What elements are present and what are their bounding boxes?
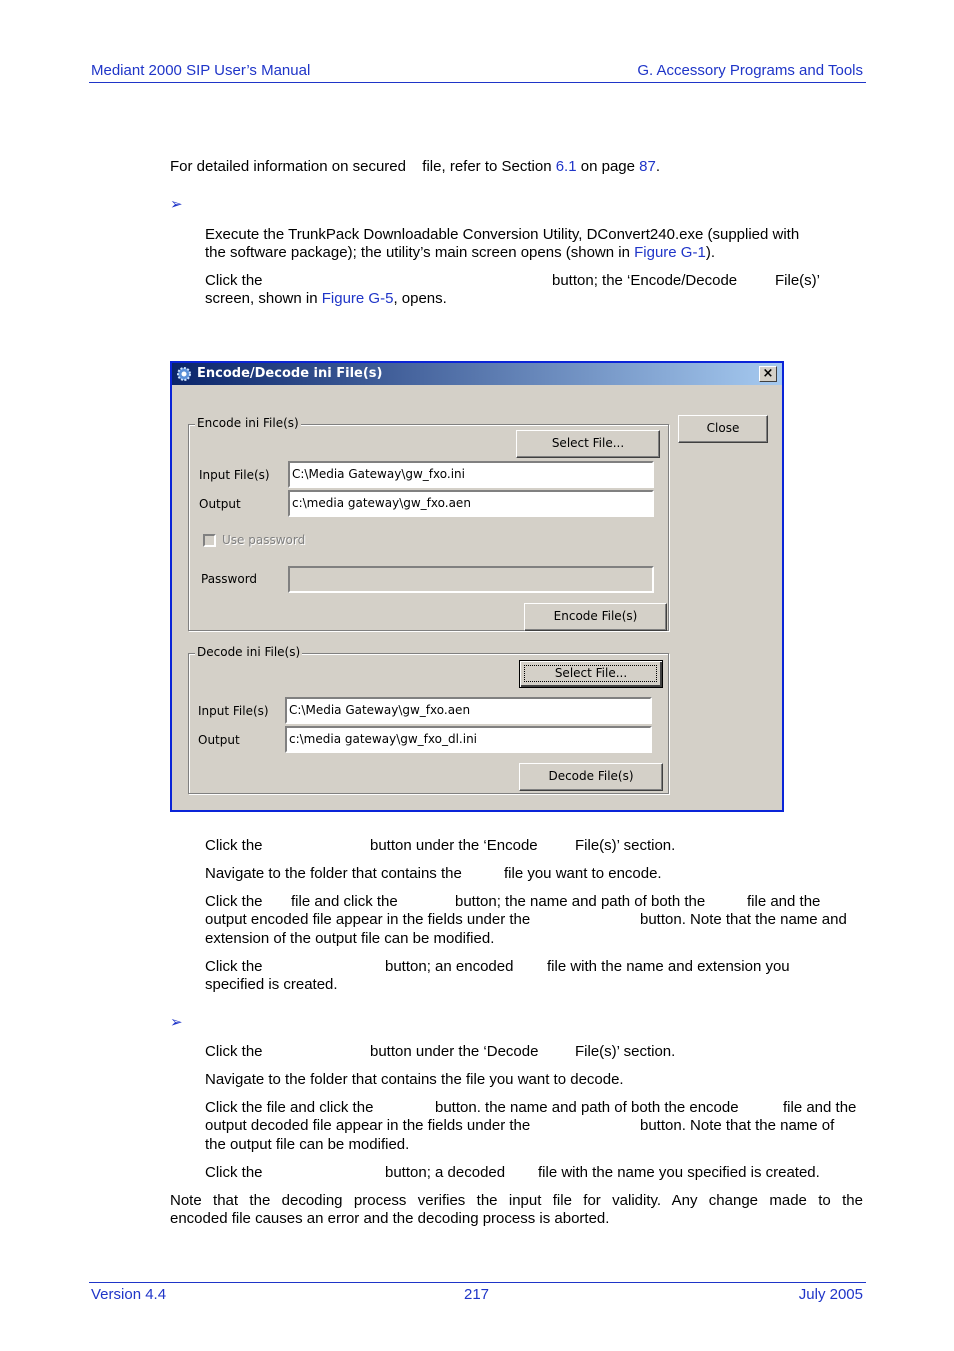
encode-decode-dialog: Encode/Decode ini File(s) × Close Encode…: [170, 361, 784, 812]
dialog-title: Encode/Decode ini File(s): [197, 366, 383, 381]
decode-output-label: Output: [198, 733, 240, 747]
encode-group-label: Encode ini File(s): [195, 416, 301, 430]
encode-select-file-button[interactable]: Select File...: [516, 430, 660, 458]
gear-icon: [177, 367, 191, 381]
arrowhead-icon: ➢: [170, 1014, 183, 1031]
step-text: specified is created.: [205, 976, 338, 993]
footer-version: Version 4.4: [91, 1286, 167, 1303]
step-text: File(s)’ section.: [575, 1043, 676, 1060]
decode-input-label: Input File(s): [198, 704, 269, 718]
step-text: button; a decoded: [385, 1164, 506, 1181]
step-text: button; the ‘Encode/Decode: [552, 272, 738, 289]
footer-rule: [89, 1282, 866, 1283]
note-line: encoded file causes an error and the dec…: [170, 1210, 610, 1227]
step-text: File(s)’: [775, 272, 820, 289]
step-text: , opens.: [393, 290, 447, 307]
step-text: file and the: [747, 893, 821, 910]
footer-date: July 2005: [798, 1286, 863, 1303]
step-text: Click the: [205, 893, 263, 910]
encode-files-button[interactable]: Encode File(s): [524, 603, 667, 631]
encode-output-field[interactable]: c:\media gateway\gw_fxo.aen: [288, 490, 654, 517]
header-chapter-title: G. Accessory Programs and Tools: [637, 62, 863, 79]
intro-text-end: .: [655, 158, 660, 175]
step-text: Navigate to the folder that contains the: [205, 865, 462, 882]
password-field[interactable]: [288, 566, 654, 593]
step-text: the output file can be modified.: [205, 1136, 410, 1153]
close-icon[interactable]: ×: [759, 366, 777, 382]
note-line: Note that the decoding process verifies …: [170, 1192, 863, 1209]
decode-select-file-label: Select File...: [554, 666, 628, 680]
step-line: Execute the TrunkPack Downloadable Conve…: [205, 226, 800, 243]
step-text: ).: [705, 244, 715, 261]
encode-input-field[interactable]: C:\Media Gateway\gw_fxo.ini: [288, 461, 654, 488]
step-text: button under the ‘Decode: [370, 1043, 539, 1060]
step-text: button. Note that the name of: [640, 1117, 835, 1134]
dialog-body: Encode/Decode ini File(s) × Close Encode…: [172, 363, 782, 810]
arrowhead-icon: ➢: [170, 196, 183, 213]
figure-g5-link[interactable]: Figure G-5: [322, 290, 394, 307]
intro-text-mid: file, refer to Section: [418, 158, 556, 175]
step-text: File(s)’ section.: [575, 837, 676, 854]
step-text: button under the ‘Encode: [370, 837, 538, 854]
step-text: output encoded file appear in the fields…: [205, 911, 531, 928]
intro-text: For detailed information on secured: [170, 158, 411, 175]
step-text: Click the file and click the: [205, 1099, 374, 1116]
step-text: button; the name and path of both the: [455, 893, 706, 910]
step-text: button; an encoded: [385, 958, 514, 975]
section-link[interactable]: 6.1: [556, 158, 577, 175]
dialog-titlebar[interactable]: Encode/Decode ini File(s) ×: [172, 363, 782, 385]
use-password-checkbox[interactable]: [203, 534, 216, 547]
step-text: button. the name and path of both the en…: [435, 1099, 739, 1116]
step-text: Click the: [205, 1043, 263, 1060]
step-text: Click the: [205, 958, 263, 975]
step-text: Navigate to the folder that contains the…: [205, 1071, 624, 1088]
step-text: file you want to encode.: [504, 865, 662, 882]
step-text: extension of the output file can be modi…: [205, 930, 495, 947]
step-text: button. Note that the name and: [640, 911, 847, 928]
intro-text-page: on page: [576, 158, 640, 175]
decode-select-file-button[interactable]: Select File...: [519, 660, 663, 688]
header-manual-title: Mediant 2000 SIP User’s Manual: [91, 62, 311, 79]
step-text: file with the name and extension you: [547, 958, 790, 975]
use-password-label: Use password: [222, 533, 306, 547]
decode-output-field[interactable]: c:\media gateway\gw_fxo_dl.ini: [285, 726, 652, 753]
step-line: screen, shown in Figure G-5, opens.: [205, 290, 447, 308]
intro-paragraph: For detailed information on secured file…: [170, 158, 660, 176]
footer-page-number: 217: [464, 1286, 490, 1303]
step-text: Click the: [205, 272, 263, 289]
decode-input-field[interactable]: C:\Media Gateway\gw_fxo.aen: [285, 697, 652, 724]
step-text: Click the: [205, 837, 263, 854]
figure-g1-link[interactable]: Figure G-1: [634, 244, 706, 261]
step-text: Click the: [205, 1164, 263, 1181]
step-text: the software package); the utility’s mai…: [205, 244, 635, 261]
encode-input-label: Input File(s): [199, 468, 270, 482]
decode-group-label: Decode ini File(s): [195, 645, 303, 659]
decode-files-button[interactable]: Decode File(s): [519, 763, 663, 791]
step-line: the software package); the utility’s mai…: [205, 244, 715, 262]
step-text: output decoded file appear in the fields…: [205, 1117, 531, 1134]
page-link[interactable]: 87: [639, 158, 656, 175]
encode-output-label: Output: [199, 497, 241, 511]
password-label: Password: [201, 572, 258, 586]
close-button[interactable]: Close: [678, 415, 768, 443]
step-text: file and the: [783, 1099, 857, 1116]
step-text: file with the name you specified is crea…: [538, 1164, 820, 1181]
header-rule: [89, 82, 866, 83]
step-text: screen, shown in: [205, 290, 322, 307]
step-text: file and click the: [291, 893, 398, 910]
